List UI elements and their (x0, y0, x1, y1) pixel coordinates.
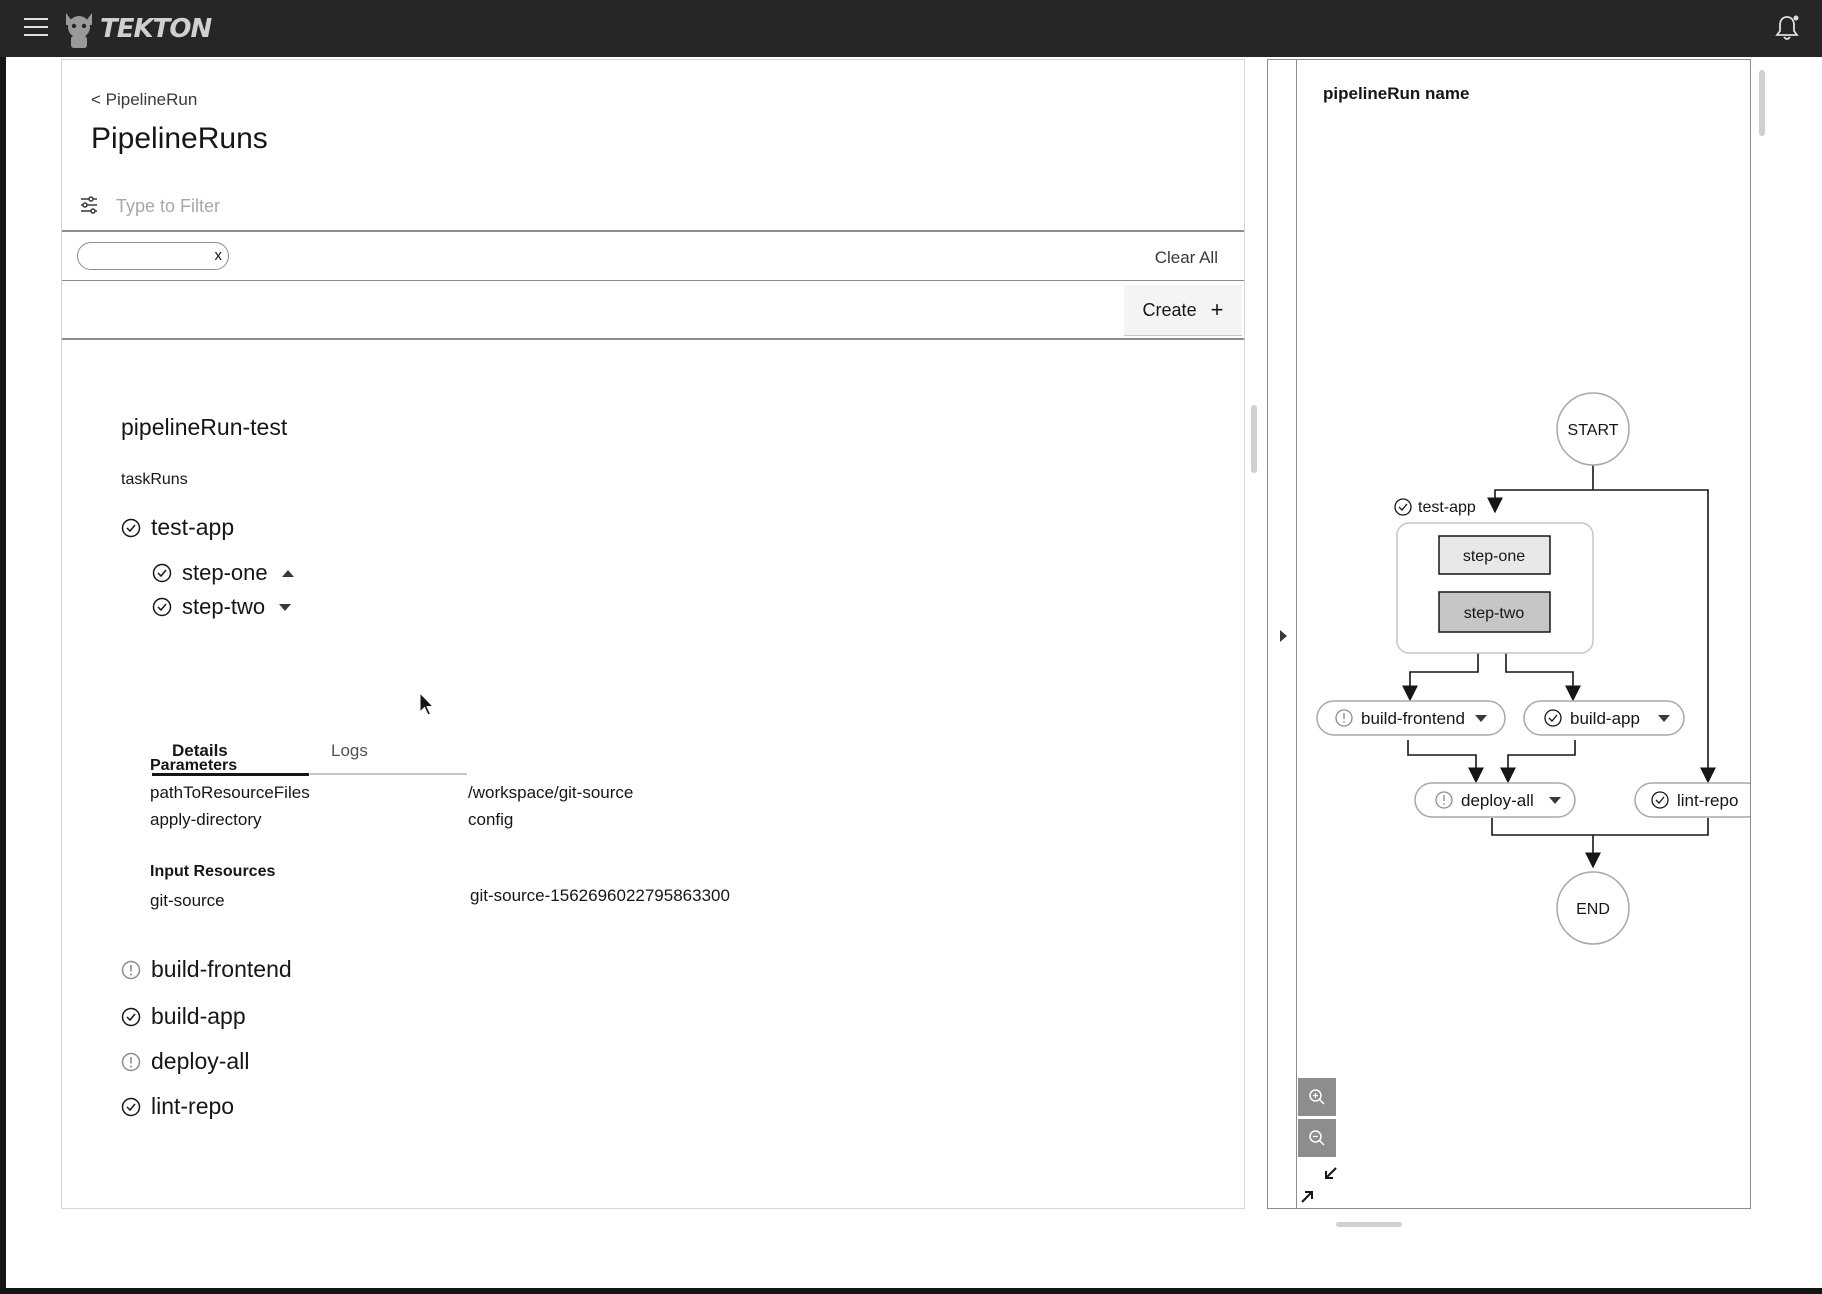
create-button-label: Create (1142, 299, 1197, 320)
step-item-step-two[interactable]: step-two (152, 594, 292, 620)
page-title: PipelineRuns (91, 122, 268, 155)
page-header: < PipelineRun PipelineRuns (62, 60, 1244, 178)
resource-key: git-source (150, 891, 225, 910)
param-value: /workspace/git-source (468, 783, 634, 802)
task-item-test-app[interactable]: test-app (121, 514, 234, 541)
task-item-build-frontend[interactable]: build-frontend (121, 956, 292, 983)
group-label: test-app (1418, 499, 1476, 516)
graph-step-label: step-two (1464, 605, 1525, 622)
graph-node-build-app[interactable]: build-app (1523, 700, 1685, 736)
start-node[interactable]: START (1556, 392, 1630, 466)
tab-logs-label: Logs (331, 741, 368, 760)
back-link[interactable]: < PipelineRun (91, 90, 197, 110)
node-label: build-frontend (1361, 709, 1465, 728)
step-name: step-one (182, 560, 268, 585)
remove-tag-button[interactable]: x (215, 247, 223, 264)
main-panel: < PipelineRun PipelineRuns x Clear All C… (61, 59, 1245, 1209)
filter-settings-icon[interactable] (80, 196, 98, 214)
node-label: build-app (1570, 709, 1640, 728)
mouse-cursor-icon (419, 692, 435, 716)
task-name: test-app (151, 514, 235, 540)
task-item-deploy-all[interactable]: deploy-all (121, 1048, 249, 1075)
tekton-logo: TEKTON (62, 8, 212, 50)
node-label: deploy-all (1461, 791, 1534, 810)
pipeline-graph-panel: pipelineRun name START test-app step-one… (1267, 59, 1751, 1209)
notification-bell-icon[interactable] (1774, 14, 1800, 42)
warning-circle-icon (121, 1052, 141, 1071)
fit-to-screen-icon[interactable] (1300, 1166, 1338, 1204)
plus-icon: + (1210, 297, 1224, 322)
filter-tag: x (77, 242, 229, 270)
test-app-group[interactable]: test-app step-one step-two (1394, 498, 1594, 654)
checkmark-circle-icon (121, 518, 141, 537)
hamburger-menu-icon[interactable] (24, 18, 48, 38)
main-scrollbar[interactable] (1251, 405, 1257, 473)
task-name: lint-repo (151, 1093, 235, 1119)
checkmark-circle-icon (152, 597, 172, 617)
task-name: deploy-all (151, 1048, 250, 1074)
pipeline-graph: START test-app step-one step-two build-f… (1316, 392, 1750, 945)
parameters-title: Parameters (150, 757, 238, 774)
step-item-step-one[interactable]: step-one (152, 560, 294, 586)
clear-all-button[interactable]: Clear All (1155, 248, 1218, 268)
graph-node-lint-repo[interactable]: lint-repo (1634, 782, 1750, 818)
checkmark-circle-icon (1394, 498, 1412, 516)
checkmark-circle-icon (121, 1007, 141, 1026)
end-node[interactable]: END (1556, 871, 1630, 945)
step-name: step-two (182, 594, 266, 619)
task-item-lint-repo[interactable]: lint-repo (121, 1093, 234, 1120)
tab-logs[interactable]: Logs (310, 733, 467, 775)
action-bar: Create + (62, 281, 1244, 340)
zoom-in-button[interactable] (1298, 1078, 1336, 1116)
zoom-out-button[interactable] (1298, 1119, 1336, 1157)
task-name: build-app (151, 1003, 246, 1029)
taskruns-label: taskRuns (121, 471, 188, 488)
input-resources-title: Input Resources (150, 863, 276, 880)
caret-up-icon[interactable] (281, 569, 294, 577)
task-name: build-frontend (151, 956, 292, 982)
param-key: apply-directory (150, 810, 262, 829)
top-bar: TEKTON (0, 0, 1822, 57)
filter-bar (62, 177, 1244, 232)
checkmark-circle-icon (121, 1097, 141, 1116)
create-button[interactable]: Create + (1124, 285, 1242, 336)
node-label: lint-repo (1677, 791, 1738, 810)
graph-node-deploy-all[interactable]: deploy-all (1414, 782, 1576, 818)
graph-node-build-frontend[interactable]: build-frontend (1316, 700, 1506, 736)
pipeline-run-name: pipelineRun-test (121, 414, 288, 440)
start-label: START (1568, 422, 1619, 439)
end-label: END (1576, 901, 1610, 918)
tekton-cat-icon (66, 13, 92, 48)
caret-down-icon[interactable] (279, 603, 292, 611)
filter-input[interactable] (114, 187, 718, 225)
zoom-in-icon (1309, 1089, 1325, 1105)
side-scrollbar[interactable] (1759, 70, 1765, 136)
param-value: config (468, 810, 514, 829)
horizontal-scrollbar[interactable] (1336, 1222, 1402, 1227)
filter-tags-row: x Clear All (62, 234, 1244, 281)
resource-value: git-source-1562696022795863300 (470, 886, 730, 905)
warning-circle-icon (121, 960, 141, 979)
zoom-out-icon (1309, 1130, 1325, 1146)
param-key: pathToResourceFiles (150, 783, 310, 802)
task-item-build-app[interactable]: build-app (121, 1003, 246, 1030)
checkmark-circle-icon (152, 563, 172, 583)
logo-text: TEKTON (100, 14, 212, 44)
graph-step-label: step-one (1463, 548, 1525, 565)
